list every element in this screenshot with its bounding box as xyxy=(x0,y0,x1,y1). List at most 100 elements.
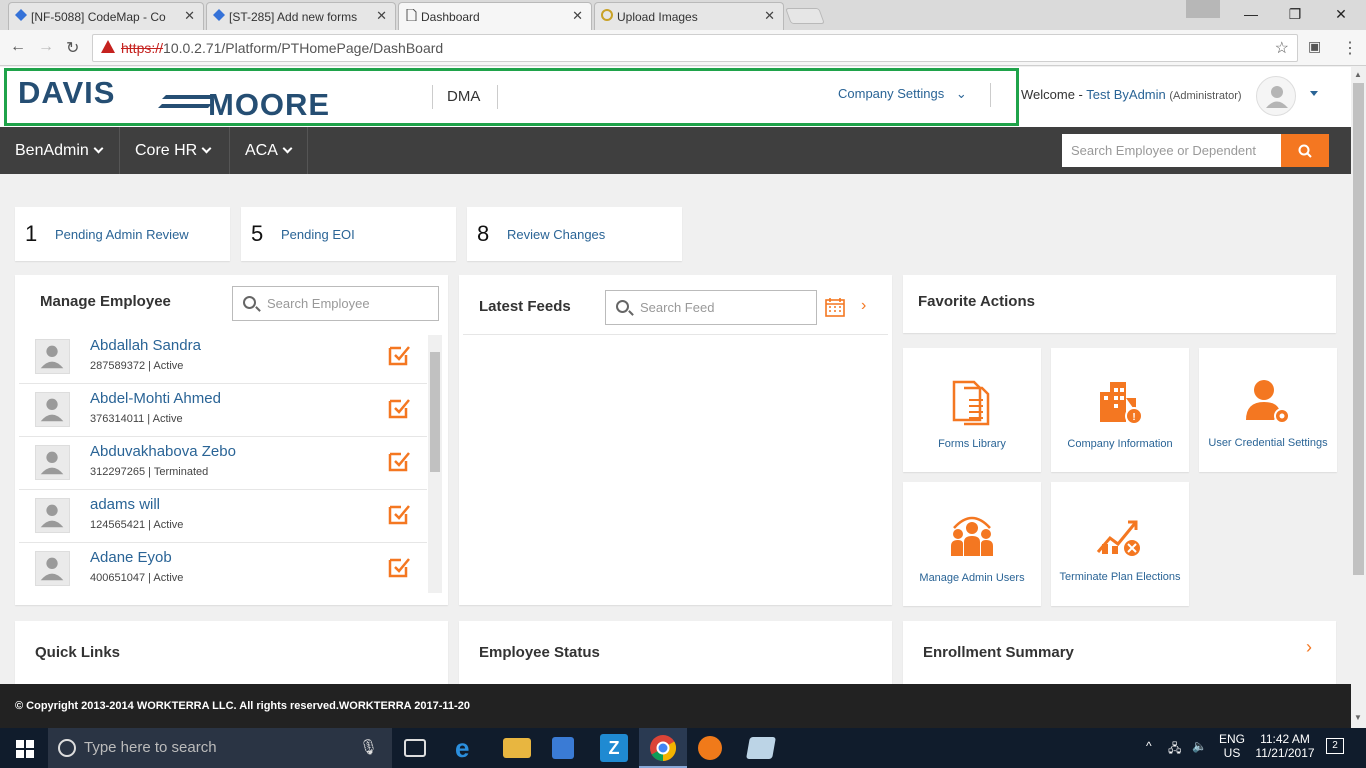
volume-icon[interactable]: 🔈 xyxy=(1192,739,1207,753)
app-icon[interactable] xyxy=(746,737,776,759)
user-name[interactable]: Test ByAdmin xyxy=(1086,87,1165,102)
stat-label[interactable]: Pending Admin Review xyxy=(55,227,189,242)
panel-title: Favorite Actions xyxy=(918,293,1035,310)
bookmark-star-icon[interactable]: ☆ xyxy=(1275,38,1289,58)
chevron-up-icon[interactable]: ^ xyxy=(1146,739,1152,753)
avatar xyxy=(35,445,70,480)
url-text: 10.0.2.71/Platform/PTHomePage/DashBoard xyxy=(163,40,444,56)
scroll-down-icon[interactable]: ▼ xyxy=(1354,713,1362,722)
list-item[interactable]: Adane Eyob 400651047 | Active xyxy=(19,543,427,596)
url-bar[interactable]: https://10.0.2.71/Platform/PTHomePage/Da… xyxy=(92,34,1298,62)
forward-icon[interactable]: → xyxy=(38,38,54,56)
browser-tab[interactable]: [ST-285] Add new forms ✕ xyxy=(206,2,396,30)
checklist-icon[interactable] xyxy=(387,449,411,473)
restore-button[interactable]: ❐ xyxy=(1272,0,1318,30)
stat-count: 8 xyxy=(477,221,490,246)
employee-list-scrollbar[interactable] xyxy=(428,335,442,593)
nav-benadmin[interactable]: BenAdmin xyxy=(0,127,120,174)
scrollbar-thumb[interactable] xyxy=(430,352,440,472)
building-icon: ! xyxy=(1100,382,1143,425)
employee-info: 312297265 | Terminated xyxy=(90,466,209,478)
checklist-icon[interactable] xyxy=(387,555,411,579)
file-explorer-icon[interactable] xyxy=(503,738,531,758)
footer: © Copyright 2013-2014 WORKTERRA LLC. All… xyxy=(0,684,1351,728)
fav-company-information[interactable]: ! Company Information xyxy=(1051,348,1189,472)
app-flame-icon[interactable] xyxy=(698,736,722,760)
reload-icon[interactable]: ↻ xyxy=(66,38,79,58)
employee-name[interactable]: Abduvakhabova Zebo xyxy=(90,443,236,460)
back-icon[interactable]: ← xyxy=(10,38,26,56)
language-indicator[interactable]: ENG US xyxy=(1219,732,1245,760)
avatar xyxy=(35,551,70,586)
stat-pending-admin-review[interactable]: 1 Pending Admin Review xyxy=(15,207,230,261)
list-item[interactable]: Abduvakhabova Zebo 312297265 | Terminate… xyxy=(19,437,427,490)
microphone-icon[interactable]: 🎙 xyxy=(359,728,378,768)
employee-dependent-search-input[interactable]: Search Employee or Dependent xyxy=(1062,134,1282,167)
chevron-right-icon[interactable]: › xyxy=(1306,637,1312,658)
manage-employee-panel: Manage Employee Search Employee Abdallah… xyxy=(15,275,448,605)
close-window-button[interactable]: ✕ xyxy=(1318,0,1364,30)
jira-icon xyxy=(15,9,27,21)
stat-label[interactable]: Pending EOI xyxy=(281,227,355,242)
checklist-icon[interactable] xyxy=(387,396,411,420)
fav-terminate-plan-elections[interactable]: Terminate Plan Elections xyxy=(1051,482,1189,606)
browser-tab[interactable]: Upload Images ✕ xyxy=(594,2,784,30)
network-icon[interactable]: 🖧 xyxy=(1168,739,1181,760)
close-icon[interactable]: ✕ xyxy=(184,8,195,24)
search-feed-input[interactable]: Search Feed xyxy=(605,290,817,325)
employee-name[interactable]: Abdel-Mohti Ahmed xyxy=(90,390,221,407)
nav-label: BenAdmin xyxy=(15,142,89,159)
new-tab-button[interactable] xyxy=(785,8,825,24)
clock[interactable]: 11:42 AM 11/21/2017 xyxy=(1253,732,1317,760)
fav-manage-admin-users[interactable]: Manage Admin Users xyxy=(903,482,1041,606)
taskbar-search-input[interactable]: Type here to search 🎙 xyxy=(48,728,392,768)
list-item[interactable]: adams will 124565421 | Active xyxy=(19,490,427,543)
zoom-app-icon[interactable]: Z xyxy=(600,734,628,762)
scrollbar-thumb[interactable] xyxy=(1353,83,1364,575)
checklist-icon[interactable] xyxy=(387,343,411,367)
chrome-taskbar-item[interactable] xyxy=(639,728,687,768)
panel-title: Latest Feeds xyxy=(479,298,571,315)
profile-icon[interactable] xyxy=(1186,0,1220,18)
chevron-down-icon xyxy=(201,143,212,154)
fav-user-credential-settings[interactable]: User Credential Settings xyxy=(1199,348,1337,472)
page-scrollbar[interactable]: ▲ ▼ xyxy=(1351,67,1366,728)
windows-taskbar: Type here to search 🎙 e Z ^ 🖧 🔈 ENG US 11… xyxy=(0,728,1366,768)
employee-name[interactable]: Adane Eyob xyxy=(90,549,172,566)
menu-icon[interactable]: ⋮ xyxy=(1342,38,1358,58)
checklist-icon[interactable] xyxy=(387,502,411,526)
stat-review-changes[interactable]: 8 Review Changes xyxy=(467,207,682,261)
windows-start-icon[interactable] xyxy=(16,740,34,758)
employee-name[interactable]: adams will xyxy=(90,496,160,513)
list-item[interactable]: Abdel-Mohti Ahmed 376314011 | Active xyxy=(19,384,427,437)
browser-tab-strip: [NF-5088] CodeMap - Co ✕ [ST-285] Add ne… xyxy=(0,0,1366,31)
search-icon xyxy=(243,296,256,309)
search-employee-input[interactable]: Search Employee xyxy=(232,286,439,321)
browser-tab-active[interactable]: Dashboard ✕ xyxy=(398,2,592,31)
employee-name[interactable]: Abdallah Sandra xyxy=(90,337,201,354)
close-icon[interactable]: ✕ xyxy=(764,8,775,24)
nav-core-hr[interactable]: Core HR xyxy=(120,127,230,174)
calendar-icon[interactable] xyxy=(825,297,845,317)
minimize-button[interactable]: — xyxy=(1228,0,1274,30)
store-icon[interactable] xyxy=(552,737,574,759)
avatar[interactable] xyxy=(1256,76,1296,116)
nav-aca[interactable]: ACA xyxy=(230,127,308,174)
chevron-down-icon xyxy=(282,143,293,154)
user-menu-caret-icon[interactable] xyxy=(1310,91,1318,96)
notifications-icon[interactable]: 2 xyxy=(1326,738,1344,754)
list-item[interactable]: Abdallah Sandra 287589372 | Active xyxy=(19,331,427,384)
edge-icon[interactable]: e xyxy=(455,734,483,762)
stat-pending-eoi[interactable]: 5 Pending EOI xyxy=(241,207,456,261)
close-icon[interactable]: ✕ xyxy=(572,8,583,24)
favorite-actions-header: Favorite Actions xyxy=(903,275,1336,333)
task-view-icon[interactable] xyxy=(404,739,426,757)
chevron-right-icon[interactable]: › xyxy=(861,297,866,315)
stat-label[interactable]: Review Changes xyxy=(507,227,605,242)
search-button[interactable] xyxy=(1281,134,1329,167)
fav-forms-library[interactable]: Forms Library xyxy=(903,348,1041,472)
extension-icon[interactable]: ▣ xyxy=(1308,38,1321,55)
scroll-up-icon[interactable]: ▲ xyxy=(1354,70,1362,79)
close-icon[interactable]: ✕ xyxy=(376,8,387,24)
browser-tab[interactable]: [NF-5088] CodeMap - Co ✕ xyxy=(8,2,204,30)
